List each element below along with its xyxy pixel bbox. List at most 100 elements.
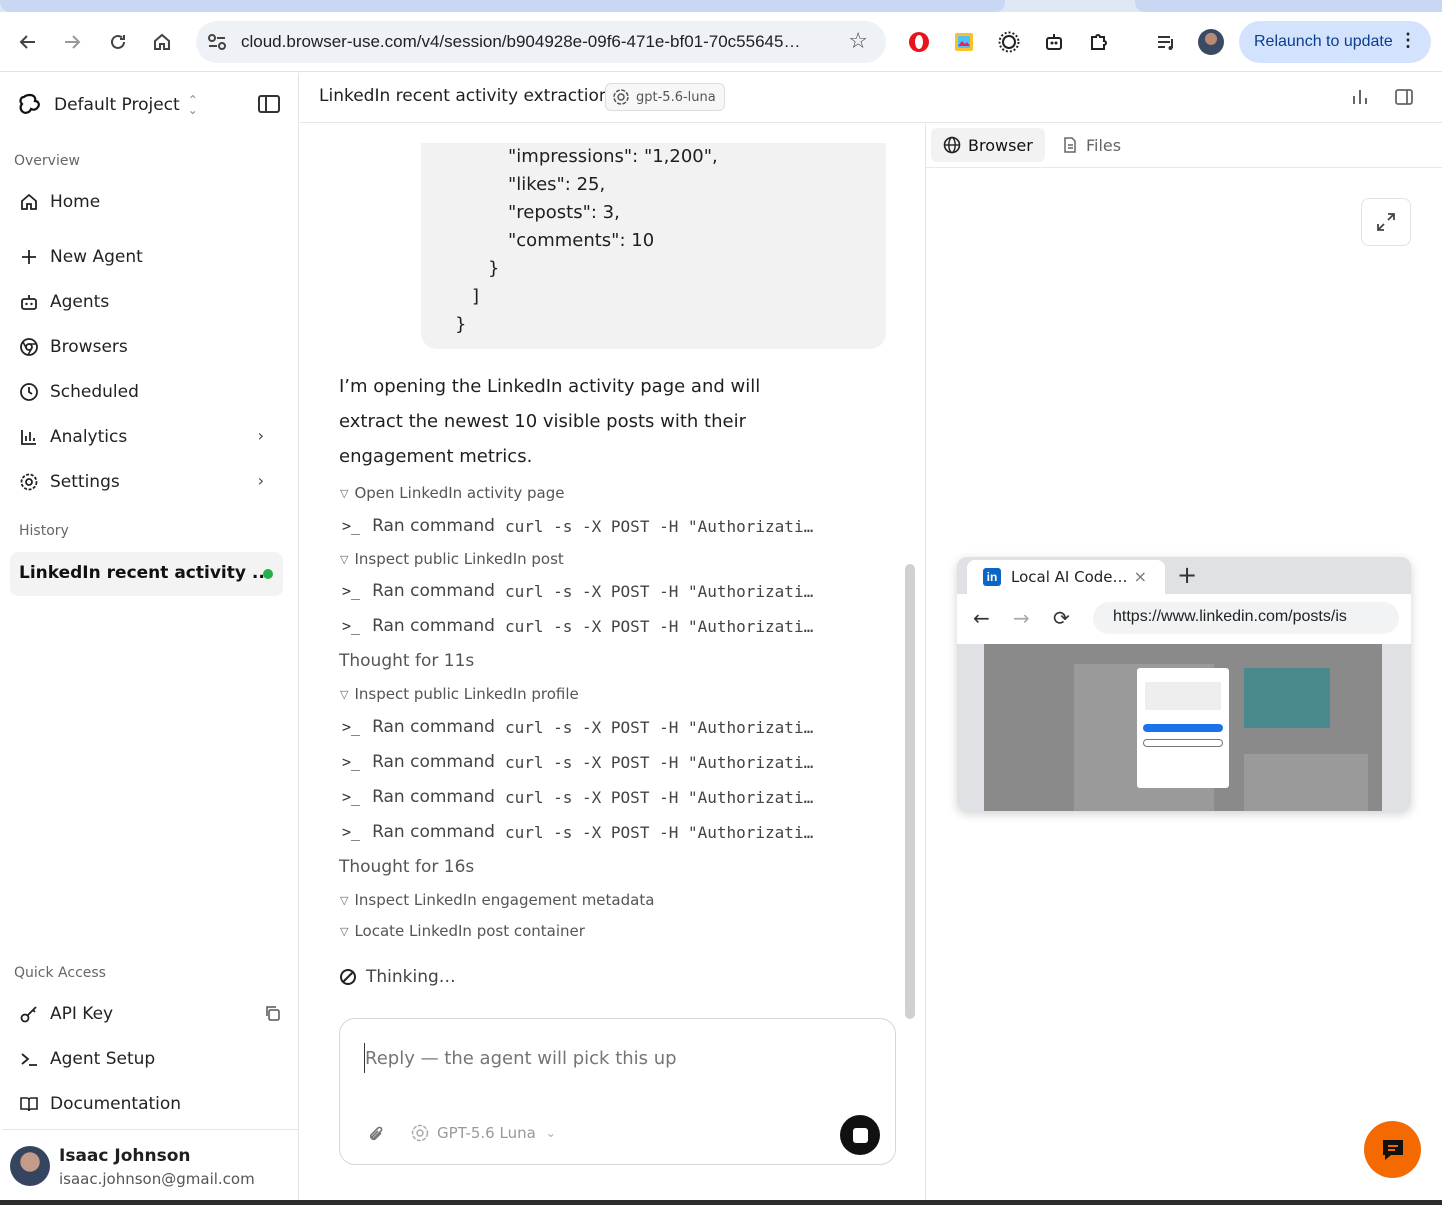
more-posts xyxy=(1244,754,1368,811)
linkedin-icon: in xyxy=(983,568,1001,586)
reload-icon[interactable] xyxy=(104,28,132,56)
browser-tab-strip xyxy=(0,0,1442,12)
command-row[interactable]: >_ Ran command curl -s -X POST -H "Authori… xyxy=(342,516,813,536)
terminal-icon: >_ xyxy=(342,617,361,635)
home-icon[interactable] xyxy=(148,28,176,56)
bookmark-star-icon[interactable]: ☆ xyxy=(848,29,868,54)
triangle-icon: ▽ xyxy=(340,552,349,566)
step-label: Open LinkedIn activity page xyxy=(354,484,565,502)
command-text: curl -s -X POST -H "Authorizati… xyxy=(504,822,814,842)
sidebar-item-browsers[interactable]: Browsers xyxy=(18,332,278,362)
site-settings-icon[interactable] xyxy=(206,31,228,53)
tab-files[interactable]: Files xyxy=(1049,128,1133,162)
key-icon xyxy=(18,1003,40,1025)
command-row[interactable]: >_ Ran command curl -s -X POST -H "Authori… xyxy=(342,822,813,842)
reply-input[interactable] xyxy=(364,1043,864,1073)
extensions-puzzle-icon[interactable] xyxy=(1088,31,1110,53)
chevron-right-icon: › xyxy=(257,471,264,490)
sidebar-item-documentation[interactable]: Documentation xyxy=(18,1089,278,1119)
triangle-icon: ▽ xyxy=(340,486,349,500)
command-text: curl -s -X POST -H "Authorizati… xyxy=(504,717,814,737)
command-row[interactable]: >_ Ran command curl -s -X POST -H "Authori… xyxy=(342,752,813,772)
sidebar-item-scheduled[interactable]: Scheduled xyxy=(18,377,278,407)
chat-scrollbar[interactable] xyxy=(905,564,915,1019)
opera-extension-icon[interactable] xyxy=(908,31,930,53)
toggle-panel-icon[interactable] xyxy=(1394,87,1414,107)
thought-duration[interactable]: Thought for 11s xyxy=(339,651,474,671)
relaunch-button[interactable]: Relaunch to update ⋮ xyxy=(1239,21,1431,63)
step-toggle[interactable]: ▽ Inspect LinkedIn engagement metadata xyxy=(340,891,654,909)
command-row[interactable]: >_ Ran command curl -s -X POST -H "Authori… xyxy=(342,717,813,737)
sidebar-item-api-key[interactable]: API Key xyxy=(18,999,278,1029)
triangle-icon: ▽ xyxy=(340,893,349,907)
terminal-icon xyxy=(18,1048,40,1070)
sun-extension-icon[interactable] xyxy=(998,31,1020,53)
thought-duration[interactable]: Thought for 16s xyxy=(339,857,474,877)
sidebar-item-analytics[interactable]: Analytics › xyxy=(18,422,278,452)
expand-icon xyxy=(1377,213,1395,231)
sidebar-item-agent-setup[interactable]: Agent Setup xyxy=(18,1044,278,1074)
browser-tab[interactable] xyxy=(0,0,1005,12)
reload-icon: ⟳ xyxy=(1053,606,1070,630)
step-toggle[interactable]: ▽ Locate LinkedIn post container xyxy=(340,922,585,940)
step-toggle[interactable]: ▽ Inspect public LinkedIn post xyxy=(340,550,564,568)
close-icon: × xyxy=(1133,567,1147,586)
openai-icon xyxy=(613,89,629,105)
image-extension-icon[interactable] xyxy=(953,31,975,53)
globe-icon xyxy=(943,136,961,154)
terminal-icon: >_ xyxy=(342,517,361,535)
sidebar-item-settings[interactable]: Settings › xyxy=(18,467,278,497)
sidebar-item-new-agent[interactable]: New Agent xyxy=(18,242,278,272)
project-name: Default Project xyxy=(54,95,180,115)
preview-tab-title: Local AI Code… xyxy=(1011,568,1128,586)
robot-extension-icon[interactable] xyxy=(1043,31,1065,53)
paperclip-icon[interactable] xyxy=(366,1124,386,1144)
code-line: "likes": 25, xyxy=(508,174,606,195)
bar-chart-icon xyxy=(18,426,40,448)
sidebar-item-label: Home xyxy=(50,192,101,212)
step-toggle[interactable]: ▽ Open LinkedIn activity page xyxy=(340,484,564,502)
sidebar-item-label: Settings xyxy=(50,472,120,492)
model-selector[interactable]: GPT-5.6 Luna ⌄ xyxy=(410,1123,556,1143)
user-profile[interactable]: Isaac Johnson isaac.johnson@gmail.com xyxy=(2,1129,299,1205)
user-name: Isaac Johnson xyxy=(59,1146,191,1166)
robot-icon xyxy=(18,291,40,313)
forward-icon[interactable] xyxy=(58,28,86,56)
browser-use-logo-icon xyxy=(19,93,40,114)
address-bar[interactable]: cloud.browser-use.com/v4/session/b904928… xyxy=(196,21,886,63)
live-browser-preview[interactable]: in Local AI Code… × + ← → ⟳ https://www.… xyxy=(957,557,1411,811)
browser-tab[interactable] xyxy=(1135,0,1442,12)
project-switcher[interactable]: Default Project ⌃ ⌄ xyxy=(18,91,198,119)
panel-tabs: Browser Files xyxy=(926,124,1442,168)
profile-avatar[interactable] xyxy=(1198,29,1224,55)
chrome-icon xyxy=(18,336,40,358)
triangle-icon: ▽ xyxy=(340,924,349,938)
tab-browser[interactable]: Browser xyxy=(931,128,1045,162)
forward-icon: → xyxy=(1013,606,1030,630)
collapse-sidebar-icon[interactable] xyxy=(258,95,280,113)
sidebar-item-label: Scheduled xyxy=(50,382,139,402)
menu-dots-icon[interactable]: ⋮ xyxy=(1399,30,1417,51)
sidebar-item-agents[interactable]: Agents xyxy=(18,287,278,317)
openai-icon xyxy=(411,1124,429,1142)
command-row[interactable]: >_ Ran command curl -s -X POST -H "Authori… xyxy=(342,581,813,601)
copy-icon[interactable] xyxy=(264,1005,280,1021)
page-screenshot xyxy=(984,644,1382,811)
stop-button[interactable] xyxy=(840,1115,880,1155)
chat-icon xyxy=(1382,1139,1403,1160)
back-icon[interactable] xyxy=(14,28,42,56)
tab-label: Files xyxy=(1086,135,1122,155)
history-item-active[interactable]: LinkedIn recent activity ... xyxy=(10,552,283,596)
media-controls-icon[interactable] xyxy=(1155,31,1177,53)
email-button xyxy=(1143,739,1223,747)
analytics-icon[interactable] xyxy=(1350,87,1370,107)
command-row[interactable]: >_ Ran command curl -s -X POST -H "Authori… xyxy=(342,787,813,807)
home-icon xyxy=(18,191,40,213)
command-row[interactable]: >_ Ran command curl -s -X POST -H "Authori… xyxy=(342,616,813,636)
expand-button[interactable] xyxy=(1361,198,1411,246)
taskbar-edge xyxy=(0,1200,1442,1205)
terminal-icon: >_ xyxy=(342,718,361,736)
support-chat-button[interactable] xyxy=(1364,1121,1421,1178)
step-toggle[interactable]: ▽ Inspect public LinkedIn profile xyxy=(340,685,579,703)
sidebar-item-home[interactable]: Home xyxy=(18,187,278,217)
